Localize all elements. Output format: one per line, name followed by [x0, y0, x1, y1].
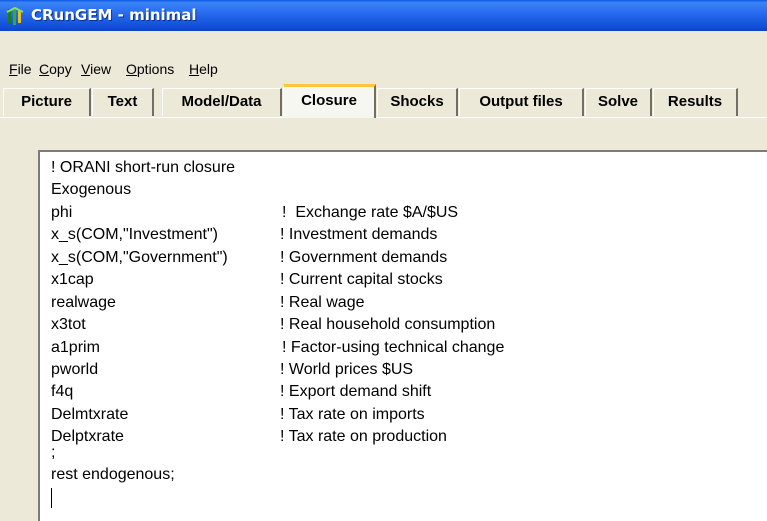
variable-name: f4q [51, 383, 74, 400]
variable-name: x3tot [51, 316, 86, 333]
variable-name: Delmtxrate [51, 406, 129, 423]
menu-copy[interactable]: Copy [39, 61, 72, 77]
variable-comment: ! Exchange rate $A/$US [282, 204, 459, 221]
variable-comment: ! Government demands [280, 249, 448, 266]
variable-name: a1prim [51, 339, 100, 356]
menu-help[interactable]: Help [189, 61, 218, 77]
menu-options[interactable]: Options [126, 61, 174, 77]
variable-comment: ! Current capital stocks [280, 271, 443, 288]
title-bar[interactable]: CRunGEM - minimal [0, 0, 767, 31]
tab-model-data[interactable]: Model/Data [162, 88, 282, 116]
variable-comment: ! Tax rate on imports [280, 406, 425, 423]
text-caret [51, 488, 52, 508]
menu-view[interactable]: View [81, 61, 111, 77]
variable-name: x_s(COM,"Government") [51, 249, 228, 266]
variable-name: x_s(COM,"Investment") [51, 226, 218, 243]
variable-comment: ! Tax rate on production [280, 428, 447, 445]
variable-comment: ! Real wage [280, 294, 365, 311]
tab-closure[interactable]: Closure [283, 84, 376, 118]
tab-output-files[interactable]: Output files [459, 88, 584, 116]
tab-picture[interactable]: Picture [3, 88, 91, 116]
exogenous-label: Exogenous [51, 181, 132, 198]
tab-results[interactable]: Results [653, 88, 738, 116]
variable-name: phi [51, 204, 73, 221]
variable-name: x1cap [51, 271, 94, 288]
variable-comment: ! Investment demands [280, 226, 438, 243]
variable-comment: ! Export demand shift [280, 383, 432, 400]
variable-comment: ! Factor-using technical change [282, 339, 505, 356]
menu-bar [0, 56, 767, 82]
rest-endogenous-line: rest endogenous; [51, 466, 175, 483]
tab-shocks[interactable]: Shocks [377, 88, 458, 116]
menu-file[interactable]: File [9, 61, 32, 77]
variable-name: realwage [51, 294, 116, 311]
tree-icon [6, 7, 24, 25]
menubar-spacer [0, 31, 767, 56]
separator-line: ; [51, 444, 56, 461]
tab-text[interactable]: Text [92, 88, 154, 116]
variable-comment: ! Real household consumption [280, 316, 496, 333]
variable-name: Delptxrate [51, 428, 124, 445]
closure-header: ! ORANI short-run closure [51, 159, 236, 176]
variable-name: pworld [51, 361, 99, 378]
window-title: CRunGEM - minimal [31, 6, 197, 24]
tab-solve[interactable]: Solve [585, 88, 652, 116]
variable-comment: ! World prices $US [280, 361, 414, 378]
